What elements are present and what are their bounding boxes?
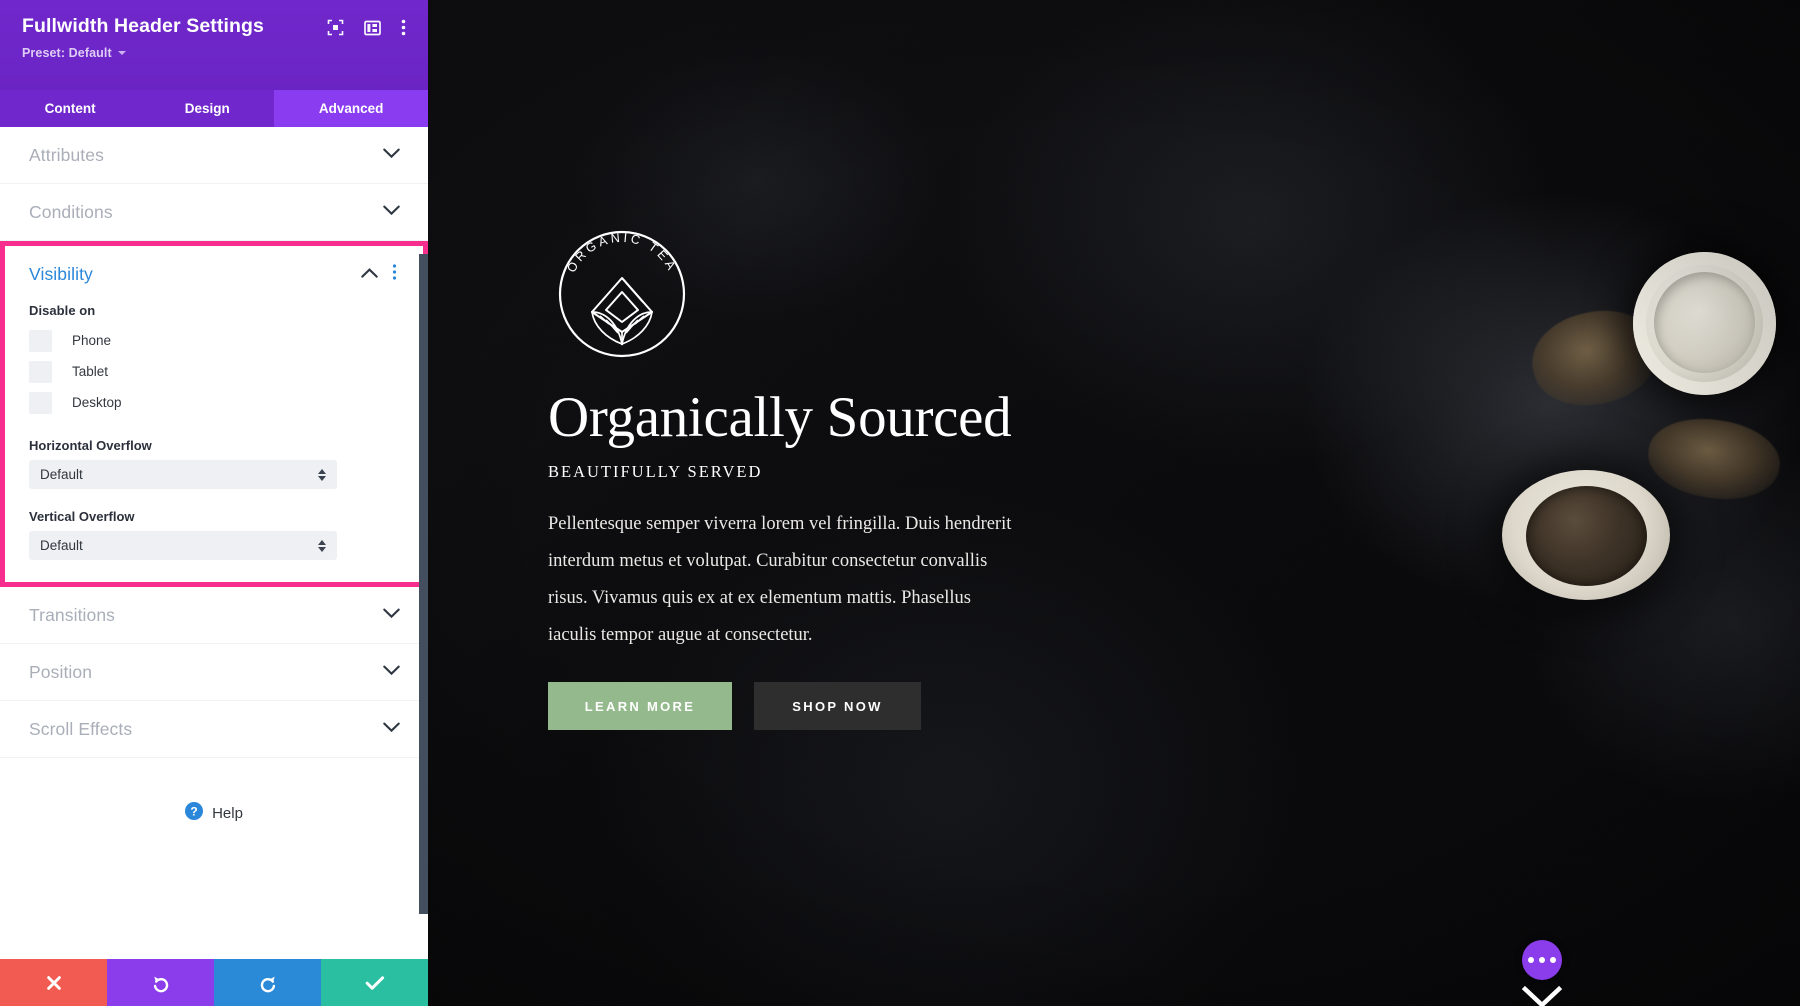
- panel-scrollbar[interactable]: [419, 254, 428, 914]
- more-horizontal-icon: [1550, 957, 1556, 963]
- check-icon: [365, 975, 384, 990]
- section-conditions[interactable]: Conditions: [0, 184, 428, 241]
- layout-panel-icon[interactable]: [364, 20, 381, 41]
- preset-label: Preset: Default: [22, 46, 112, 60]
- organic-tea-logo: ORGANIC TEA: [548, 220, 696, 368]
- section-visibility-highlight: Visibility Disable on Phone Tablet Deskt…: [0, 241, 428, 587]
- svg-text:ORGANIC TEA: ORGANIC TEA: [564, 231, 679, 275]
- undo-button[interactable]: [107, 959, 214, 1006]
- learn-more-button[interactable]: LEARN MORE: [548, 682, 732, 731]
- more-horizontal-icon: [1539, 957, 1545, 963]
- panel-header: Fullwidth Header Settings Preset: Defaul…: [0, 0, 428, 90]
- select-stepper-icon: [318, 468, 326, 481]
- visibility-header-icons: [361, 264, 397, 285]
- help-area: ? Help: [0, 758, 428, 868]
- vertical-overflow-value: Default: [40, 538, 83, 553]
- panel-header-icon-group: [327, 14, 406, 41]
- page-preview: ORGANIC TEA Organically Sourced BEAUTIFU…: [428, 0, 1800, 1006]
- hero-subheading: BEAUTIFULLY SERVED: [548, 462, 763, 482]
- horizontal-overflow-select[interactable]: Default: [29, 460, 337, 489]
- save-button[interactable]: [321, 959, 428, 1006]
- section-position[interactable]: Position: [0, 644, 428, 701]
- redo-arrow-icon: [260, 976, 275, 992]
- disable-on-label: Disable on: [29, 303, 96, 318]
- undo-arrow-icon: [153, 976, 168, 992]
- divi-builder-screen: Fullwidth Header Settings Preset: Defaul…: [0, 0, 1800, 1006]
- question-circle-icon: ?: [185, 801, 204, 825]
- hero-button-group: LEARN MORE SHOP NOW: [548, 682, 1128, 731]
- close-x-icon: [46, 975, 61, 990]
- chevron-down-icon: [383, 720, 400, 738]
- help-label: Help: [212, 804, 243, 822]
- section-scroll-effects-label: Scroll Effects: [29, 718, 133, 739]
- panel-scrollbar-thumb[interactable]: [419, 254, 428, 914]
- fullwidth-header-module: ORGANIC TEA Organically Sourced BEAUTIFU…: [548, 220, 1128, 731]
- section-attributes[interactable]: Attributes: [0, 127, 428, 184]
- horizontal-overflow-value: Default: [40, 467, 83, 482]
- checkbox-phone-label: Phone: [72, 333, 112, 348]
- chevron-down-icon: [383, 203, 400, 221]
- panel-body: Attributes Conditions Visibility Disable…: [0, 127, 428, 959]
- checkbox-row-desktop[interactable]: Desktop: [29, 387, 399, 418]
- discard-button[interactable]: [0, 959, 107, 1006]
- select-stepper-icon: [318, 539, 326, 552]
- chevron-down-icon: [383, 146, 400, 164]
- section-visibility-label: Visibility: [29, 264, 93, 284]
- focus-target-icon[interactable]: [327, 19, 344, 41]
- chevron-down-icon: [383, 663, 400, 681]
- builder-fab-button[interactable]: [1522, 940, 1562, 980]
- chevron-up-icon[interactable]: [361, 266, 378, 284]
- checkbox-desktop-label: Desktop: [72, 395, 122, 410]
- vertical-overflow-select[interactable]: Default: [29, 531, 337, 560]
- horizontal-overflow-label: Horizontal Overflow: [29, 438, 152, 453]
- checkbox-row-phone[interactable]: Phone: [29, 325, 399, 356]
- page-title: Fullwidth Header Settings: [22, 15, 264, 37]
- scroll-down-indicator[interactable]: [1520, 985, 1564, 1006]
- checkbox-phone[interactable]: [29, 329, 52, 352]
- shop-now-button[interactable]: SHOP NOW: [754, 682, 921, 731]
- hero-paragraph: Pellentesque semper viverra lorem vel fr…: [548, 514, 1012, 646]
- redo-button[interactable]: [214, 959, 321, 1006]
- hero-heading: Organically Sourced: [548, 386, 1012, 449]
- section-position-label: Position: [29, 661, 93, 682]
- chevron-down-icon: [1521, 985, 1563, 1006]
- checkbox-row-tablet[interactable]: Tablet: [29, 356, 399, 387]
- more-vertical-icon[interactable]: [392, 264, 397, 285]
- section-conditions-label: Conditions: [29, 201, 113, 222]
- section-attributes-label: Attributes: [29, 144, 104, 165]
- section-visibility-header[interactable]: Visibility: [5, 246, 423, 303]
- tab-advanced[interactable]: Advanced: [274, 90, 429, 127]
- section-scroll-effects[interactable]: Scroll Effects: [0, 701, 428, 758]
- checkbox-tablet-label: Tablet: [72, 364, 109, 379]
- more-horizontal-icon: [1528, 957, 1534, 963]
- checkbox-desktop[interactable]: [29, 391, 52, 414]
- chevron-down-icon: [117, 51, 126, 55]
- tab-content[interactable]: Content: [0, 90, 140, 127]
- tab-design[interactable]: Design: [140, 90, 274, 127]
- panel-tabs: Content Design Advanced: [0, 90, 429, 127]
- svg-text:?: ?: [190, 804, 197, 818]
- help-button[interactable]: ? Help: [185, 801, 243, 825]
- visibility-content: Disable on Phone Tablet Desktop Horizont…: [5, 303, 423, 582]
- section-transitions-label: Transitions: [29, 604, 116, 625]
- chevron-down-icon: [383, 606, 400, 624]
- panel-action-bar: [0, 959, 428, 1006]
- preset-selector[interactable]: Preset: Default: [22, 46, 406, 60]
- logo-badge-text: ORGANIC TEA: [564, 231, 676, 275]
- section-transitions[interactable]: Transitions: [0, 587, 428, 644]
- vertical-overflow-label: Vertical Overflow: [29, 509, 135, 524]
- more-vertical-icon[interactable]: [401, 19, 406, 41]
- module-settings-panel: Fullwidth Header Settings Preset: Defaul…: [0, 0, 429, 1006]
- checkbox-tablet[interactable]: [29, 360, 52, 383]
